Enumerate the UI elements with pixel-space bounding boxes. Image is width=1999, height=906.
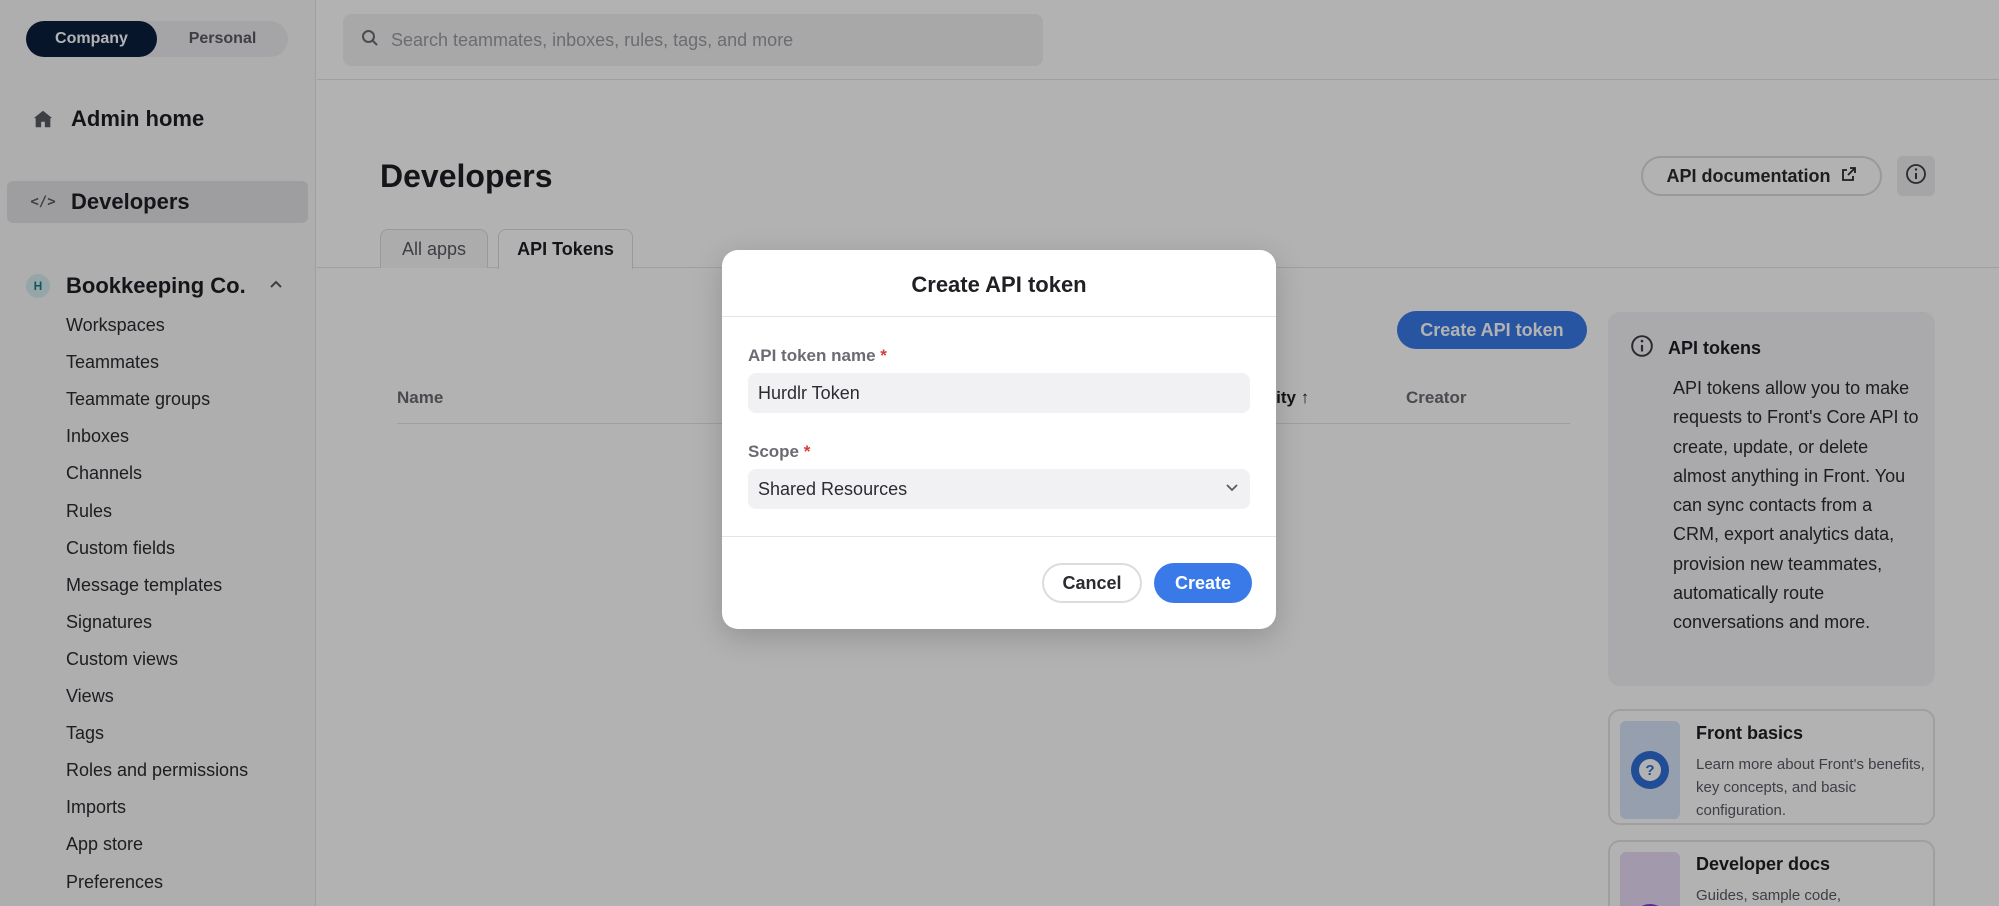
dialog-title: Create API token — [911, 272, 1087, 297]
scope-label-text: Scope — [748, 442, 800, 461]
token-name-label: API token name * — [748, 346, 887, 366]
scope-label: Scope * — [748, 442, 810, 462]
chevron-down-icon — [1224, 479, 1240, 500]
cancel-button[interactable]: Cancel — [1042, 563, 1142, 603]
token-name-field[interactable] — [748, 373, 1250, 413]
dialog-footer-divider — [722, 536, 1276, 537]
dialog-divider — [722, 316, 1276, 317]
create-button[interactable]: Create — [1154, 563, 1252, 603]
create-api-token-dialog: Create API token API token name * Scope … — [722, 250, 1276, 629]
scope-select[interactable]: Shared Resources — [748, 469, 1250, 509]
required-mark: * — [880, 346, 887, 365]
scope-selected-value: Shared Resources — [758, 478, 908, 499]
token-name-input[interactable] — [758, 382, 1240, 404]
token-name-label-text: API token name — [748, 346, 876, 365]
required-mark: * — [803, 442, 811, 461]
